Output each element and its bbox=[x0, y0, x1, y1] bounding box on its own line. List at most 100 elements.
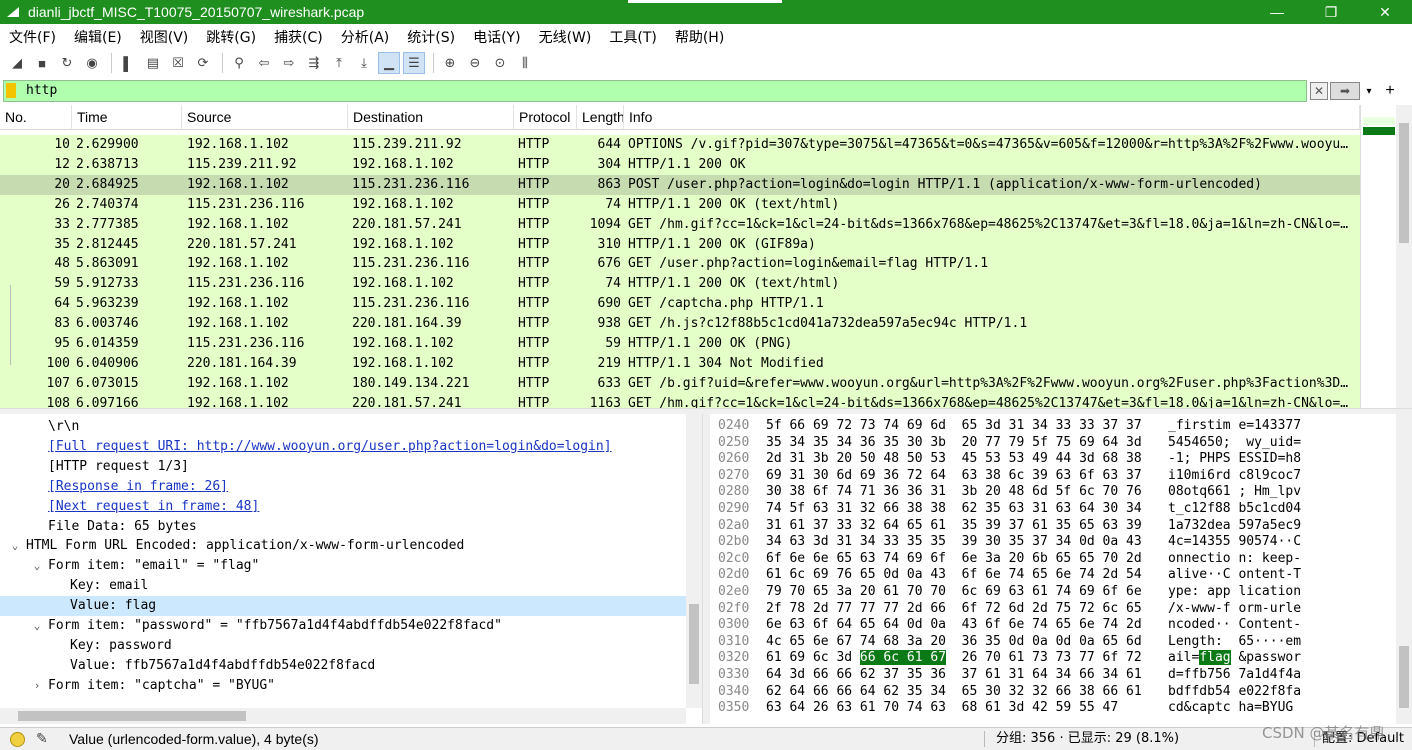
expand-arrow-icon[interactable]: ⌄ bbox=[30, 556, 44, 576]
reload-file-icon[interactable]: ⟳ bbox=[192, 52, 214, 74]
capture-options-icon[interactable]: ◉ bbox=[81, 52, 103, 74]
bytes-row[interactable]: 0300 6e 63 6f 64 65 64 0d 0a 43 6f 6e 74 … bbox=[710, 617, 1396, 634]
scrollbar-thumb[interactable] bbox=[1399, 646, 1409, 708]
bytes-row[interactable]: 0280 30 38 6f 74 71 36 36 31 3b 20 48 6d … bbox=[710, 484, 1396, 501]
packet-bytes-pane[interactable]: 0240 5f 66 69 72 73 74 69 6d 65 3d 31 34 … bbox=[710, 414, 1396, 724]
ascii-bytes[interactable]: cd&captc ha=BYUG bbox=[1168, 700, 1293, 717]
bytes-row[interactable]: 0320 61 69 6c 3d 66 6c 61 67 26 70 61 73 … bbox=[710, 650, 1396, 667]
menu-item[interactable]: 文件(F) bbox=[0, 27, 65, 47]
ascii-bytes[interactable]: Length: 65····em bbox=[1168, 634, 1301, 651]
hex-bytes[interactable]: 4c 65 6e 67 74 68 3a 20 36 35 0d 0a 0d 0… bbox=[766, 634, 1142, 651]
detail-row[interactable]: ⌄ Form item: "password" = "ffb7567a1d4f4a… bbox=[0, 616, 686, 636]
hex-bytes[interactable]: 35 34 35 34 36 35 30 3b 20 77 79 5f 75 6… bbox=[766, 435, 1142, 452]
bytes-row[interactable]: 0270 69 31 30 6d 69 36 72 64 63 38 6c 39 … bbox=[710, 468, 1396, 485]
auto-scroll-icon[interactable]: ▁ bbox=[378, 52, 400, 74]
open-file-icon[interactable]: ▌ bbox=[117, 52, 139, 74]
menu-item[interactable]: 帮助(H) bbox=[666, 27, 733, 47]
detail-link[interactable]: [Next request in frame: 48] bbox=[48, 497, 259, 517]
packet-row[interactable]: 95 6.014359 115.231.236.116 192.168.1.102 HT… bbox=[0, 334, 1360, 354]
packet-minimap[interactable] bbox=[1360, 105, 1396, 408]
packet-row[interactable]: 20 2.684925 192.168.1.102 115.231.236.116 HT… bbox=[0, 174, 1360, 195]
detail-row[interactable]: Key: password bbox=[0, 636, 686, 656]
bytes-row[interactable]: 0350 63 64 26 63 61 70 74 63 68 61 3d 42 … bbox=[710, 700, 1396, 717]
bytes-row[interactable]: 02a0 31 61 37 33 32 64 65 61 35 39 37 61 … bbox=[710, 518, 1396, 535]
hex-bytes[interactable]: 74 5f 63 31 32 66 38 38 62 35 63 31 63 6… bbox=[766, 501, 1142, 518]
details-vertical-scrollbar[interactable] bbox=[686, 414, 702, 708]
bytes-row[interactable]: 0260 2d 31 3b 20 50 48 50 53 45 53 53 49 … bbox=[710, 451, 1396, 468]
ascii-bytes[interactable]: 5454650; wy_uid= bbox=[1168, 435, 1301, 452]
zoom-reset-icon[interactable]: ⊙ bbox=[489, 52, 511, 74]
packet-list[interactable]: No. Time Source Destination Protocol Length In… bbox=[0, 105, 1396, 408]
menu-item[interactable]: 视图(V) bbox=[131, 27, 198, 47]
menu-item[interactable]: 分析(A) bbox=[332, 27, 399, 47]
expert-info-led-icon[interactable] bbox=[10, 732, 25, 747]
ascii-bytes[interactable]: 08otq661 ; Hm_lpv bbox=[1168, 484, 1301, 501]
hex-bytes[interactable]: 64 3d 66 66 62 37 35 36 37 61 31 64 34 6… bbox=[766, 667, 1142, 684]
expand-arrow-icon[interactable]: ⌄ bbox=[8, 536, 22, 556]
bytes-row[interactable]: 0290 74 5f 63 31 32 66 38 38 62 35 63 31 … bbox=[710, 501, 1396, 518]
zoom-in-icon[interactable]: ⊕ bbox=[439, 52, 461, 74]
filter-history-dropdown[interactable]: ▾ bbox=[1362, 82, 1376, 100]
hex-bytes[interactable]: 5f 66 69 72 73 74 69 6d 65 3d 31 34 33 3… bbox=[766, 418, 1142, 435]
bytes-row[interactable]: 0240 5f 66 69 72 73 74 69 6d 65 3d 31 34 … bbox=[710, 418, 1396, 435]
packet-row[interactable]: 100 6.040906 220.181.164.39 192.168.1.102 HT… bbox=[0, 353, 1360, 374]
packet-row[interactable]: 26 2.740374 115.231.236.116 192.168.1.102 HT… bbox=[0, 194, 1360, 215]
close-button[interactable]: ✕ bbox=[1358, 0, 1412, 24]
go-back-icon[interactable]: ⇦ bbox=[253, 52, 275, 74]
col-header-length[interactable]: Length bbox=[577, 105, 624, 130]
detail-row[interactable]: Value: ffb7567a1d4f4abdffdb54e022f8facd bbox=[0, 656, 686, 676]
bytes-row[interactable]: 02b0 34 63 3d 31 34 33 35 35 39 30 35 37 … bbox=[710, 534, 1396, 551]
scrollbar-thumb[interactable] bbox=[689, 604, 699, 684]
ascii-bytes[interactable]: 4c=14355 90574··C bbox=[1168, 534, 1301, 551]
go-forward-icon[interactable]: ⇨ bbox=[278, 52, 300, 74]
maximize-button[interactable]: ❐ bbox=[1304, 0, 1358, 24]
detail-row[interactable]: [Full request URI: http://www.wooyun.org… bbox=[0, 437, 686, 457]
hex-bytes[interactable]: 69 31 30 6d 69 36 72 64 63 38 6c 39 63 6… bbox=[766, 468, 1142, 485]
save-file-icon[interactable]: ▤ bbox=[142, 52, 164, 74]
colorize-icon[interactable]: ☰ bbox=[403, 52, 425, 74]
packet-list-scrollbar[interactable] bbox=[1396, 105, 1412, 408]
expand-arrow-icon[interactable]: › bbox=[30, 676, 44, 696]
ascii-bytes[interactable]: _firstim e=143377 bbox=[1168, 418, 1301, 435]
go-first-icon[interactable]: ⤒ bbox=[328, 52, 350, 74]
shark-fin-start-icon[interactable]: ◢ bbox=[6, 52, 28, 74]
menu-item[interactable]: 编辑(E) bbox=[65, 27, 131, 47]
packet-row[interactable]: 33 2.777385 192.168.1.102 220.181.57.241 HTT… bbox=[0, 214, 1360, 235]
bytes-row[interactable]: 0250 35 34 35 34 36 35 30 3b 20 77 79 5f … bbox=[710, 435, 1396, 452]
col-header-time[interactable]: Time bbox=[72, 105, 182, 130]
detail-row[interactable]: [Next request in frame: 48] bbox=[0, 497, 686, 517]
detail-row[interactable]: Value: flag bbox=[0, 596, 686, 617]
ascii-bytes[interactable]: 1a732dea 597a5ec9 bbox=[1168, 518, 1301, 535]
packet-row[interactable]: 83 6.003746 192.168.1.102 220.181.164.39 HTT… bbox=[0, 314, 1360, 335]
hex-bytes[interactable]: 61 6c 69 76 65 0d 0a 43 6f 6e 74 65 6e 7… bbox=[766, 567, 1142, 584]
hex-bytes[interactable]: 6f 6e 6e 65 63 74 69 6f 6e 3a 20 6b 65 6… bbox=[766, 551, 1142, 568]
bytes-scrollbar[interactable] bbox=[1396, 414, 1412, 724]
detail-row[interactable]: \r\n bbox=[0, 417, 686, 437]
ascii-bytes[interactable]: /x-www-f orm-urle bbox=[1168, 601, 1301, 618]
hex-bytes[interactable]: 6e 63 6f 64 65 64 0d 0a 43 6f 6e 74 65 6… bbox=[766, 617, 1142, 634]
packet-row[interactable]: 64 5.963239 192.168.1.102 115.231.236.116 HT… bbox=[0, 294, 1360, 315]
clear-filter-button[interactable]: ✕ bbox=[1310, 82, 1328, 100]
col-header-destination[interactable]: Destination bbox=[348, 105, 514, 130]
detail-row[interactable]: File Data: 65 bytes bbox=[0, 517, 686, 537]
col-header-source[interactable]: Source bbox=[182, 105, 348, 130]
hex-bytes[interactable]: 34 63 3d 31 34 33 35 35 39 30 35 37 34 0… bbox=[766, 534, 1142, 551]
menu-item[interactable]: 跳转(G) bbox=[197, 27, 265, 47]
bytes-row[interactable]: 02d0 61 6c 69 76 65 0d 0a 43 6f 6e 74 65 … bbox=[710, 567, 1396, 584]
bytes-row[interactable]: 02f0 2f 78 2d 77 77 77 2d 66 6f 72 6d 2d … bbox=[710, 601, 1396, 618]
ascii-bytes[interactable]: d=ffb756 7a1d4f4a bbox=[1168, 667, 1301, 684]
stop-capture-icon[interactable]: ■ bbox=[31, 52, 53, 74]
ascii-bytes[interactable]: -1; PHPS ESSID=h8 bbox=[1168, 451, 1301, 468]
packet-row[interactable]: 108 6.097166 192.168.1.102 220.181.57.241 HT… bbox=[0, 393, 1360, 408]
hex-bytes[interactable]: 61 69 6c 3d 66 6c 61 67 26 70 61 73 73 7… bbox=[766, 650, 1142, 667]
detail-row[interactable]: [Response in frame: 26] bbox=[0, 477, 686, 497]
capture-comment-icon[interactable]: ✎ bbox=[36, 730, 48, 747]
detail-row[interactable]: ⌄ HTML Form URL Encoded: application/x-ww… bbox=[0, 536, 686, 556]
packet-row[interactable]: 59 5.912733 115.231.236.116 192.168.1.102 HT… bbox=[0, 274, 1360, 295]
bytes-row[interactable]: 0340 62 64 66 66 64 62 35 34 65 30 32 32 … bbox=[710, 684, 1396, 701]
ascii-bytes[interactable]: alive··C ontent-T bbox=[1168, 567, 1301, 584]
menu-item[interactable]: 无线(W) bbox=[530, 27, 601, 47]
bytes-row[interactable]: 0310 4c 65 6e 67 74 68 3a 20 36 35 0d 0a … bbox=[710, 634, 1396, 651]
detail-row[interactable]: Key: email bbox=[0, 576, 686, 596]
ascii-bytes[interactable]: ype: app lication bbox=[1168, 584, 1301, 601]
